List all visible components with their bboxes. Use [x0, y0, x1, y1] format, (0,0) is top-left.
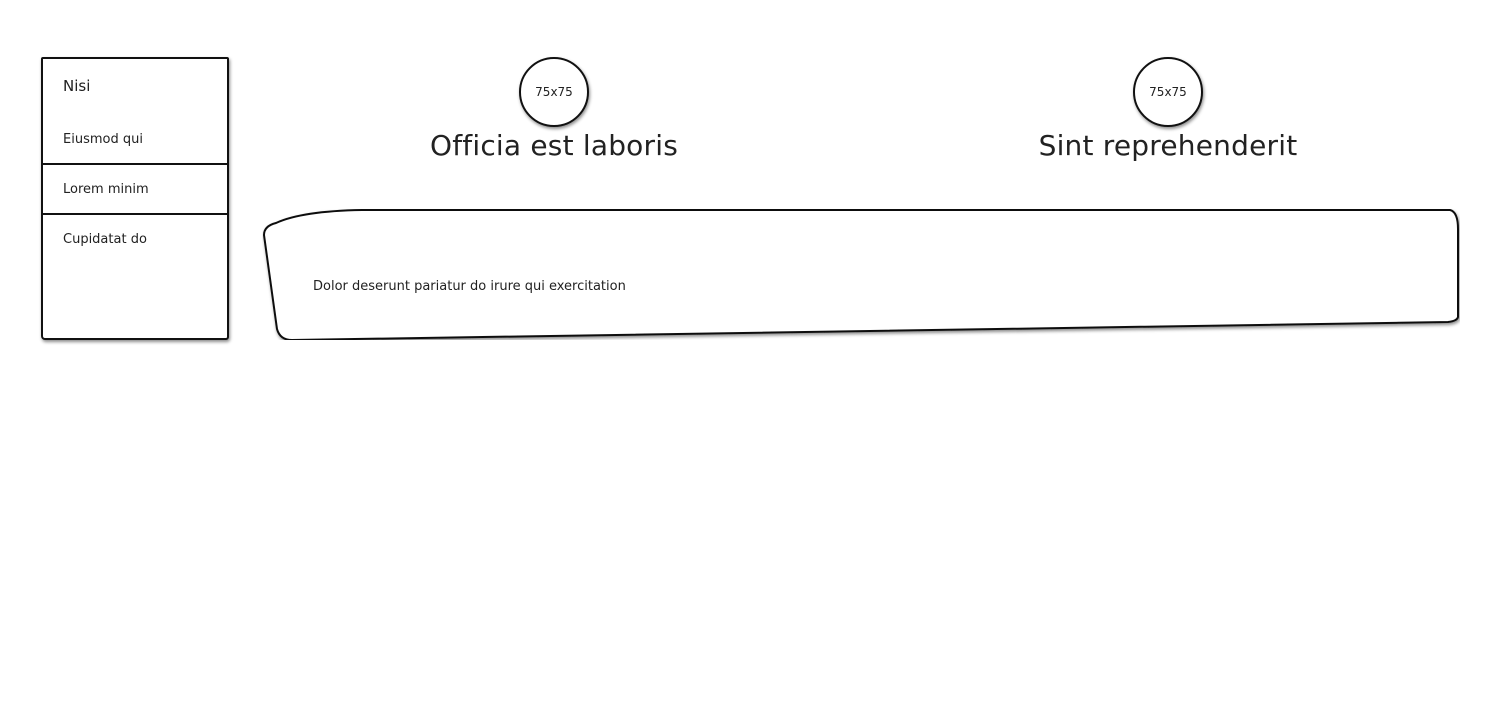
sidebar-header: Nisi	[63, 77, 91, 95]
sidebar-item-cupidatat-do[interactable]: Cupidatat do	[43, 232, 227, 247]
profile-card: 75x75 Sint reprehenderit	[1018, 57, 1318, 162]
panel-text: Dolor deserunt pariatur do irure qui exe…	[313, 279, 626, 294]
content-panel: Dolor deserunt pariatur do irure qui exe…	[262, 209, 1460, 340]
content-panel-border	[262, 209, 1459, 340]
avatar-placeholder: 75x75	[519, 57, 589, 127]
sidebar-divider	[43, 213, 227, 215]
profile-card: 75x75 Officia est laboris	[404, 57, 704, 162]
wireframe-canvas: Nisi Eiusmod qui Lorem minim Cupidatat d…	[0, 0, 1500, 720]
profile-name: Sint reprehenderit	[1038, 129, 1298, 162]
sidebar-item-lorem-minim[interactable]: Lorem minim	[43, 182, 227, 197]
sidebar-menu: Nisi Eiusmod qui Lorem minim Cupidatat d…	[41, 57, 229, 340]
profile-name: Officia est laboris	[430, 129, 678, 162]
avatar-placeholder: 75x75	[1133, 57, 1203, 127]
sidebar-divider	[43, 163, 227, 165]
sidebar-item-eiusmod-qui[interactable]: Eiusmod qui	[43, 132, 227, 147]
